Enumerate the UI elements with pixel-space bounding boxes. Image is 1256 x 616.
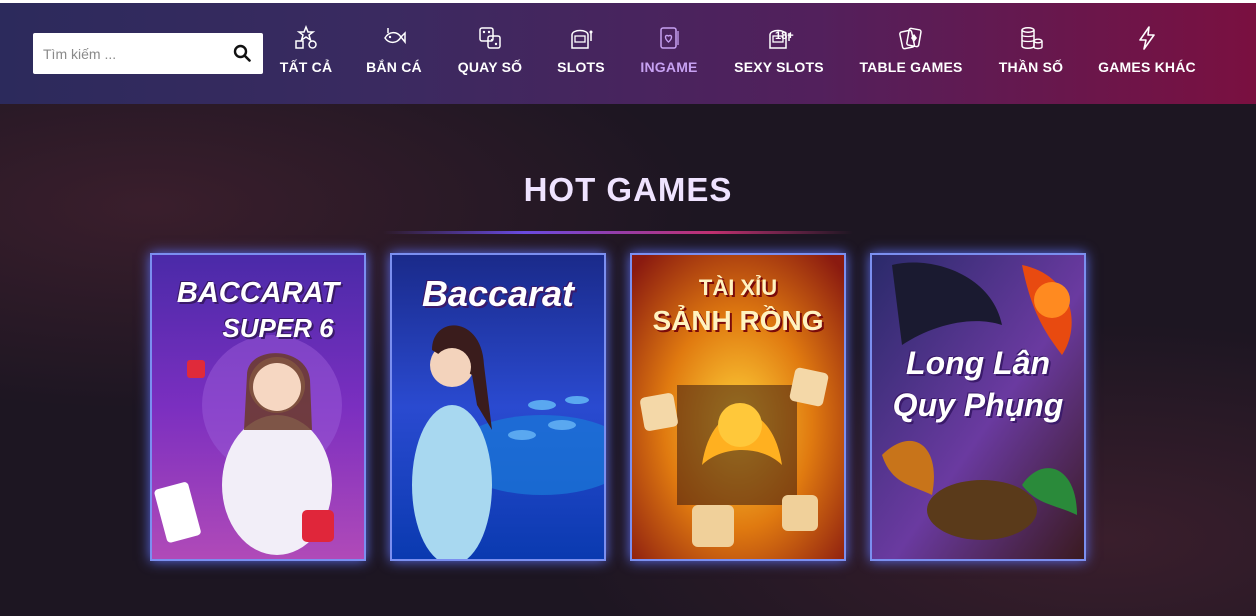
- title-underline: [383, 231, 853, 234]
- playing-cards-icon: [899, 27, 922, 50]
- game-card-tai-xiu-sanh-rong[interactable]: TÀI XỈU SẢNH RỒNG: [630, 253, 846, 561]
- coin-stack-icon: [1021, 27, 1043, 50]
- nav-item-numerology[interactable]: THẦN SỐ: [998, 25, 1064, 85]
- game-card-baccarat-super-6[interactable]: BACCARAT SUPER 6: [150, 253, 366, 561]
- nav-item-all[interactable]: TẤT CẢ: [279, 25, 333, 85]
- card-heart-icon: [660, 27, 679, 49]
- nav-item-lottery[interactable]: QUAY SỐ: [457, 25, 523, 85]
- adult-badge: 18+: [775, 30, 794, 42]
- game-title-line1: TÀI XỈU: [698, 275, 778, 300]
- game-title-line2: SUPER 6: [222, 313, 334, 343]
- nav-item-table-games[interactable]: TABLE GAMES: [858, 25, 964, 85]
- game-title-line1: Long Lân: [906, 345, 1050, 381]
- header-navbar: TẤT CẢ BẮN CÁ QUAY SỐ SLOTS: [0, 3, 1256, 104]
- nav-item-label: GAMES KHÁC: [1098, 59, 1196, 75]
- nav-item-label: INGAME: [640, 59, 698, 75]
- nav-item-label: QUAY SỐ: [457, 59, 523, 75]
- game-title-line2: Quy Phụng: [892, 387, 1064, 423]
- nav-item-label: TẤT CẢ: [279, 59, 333, 75]
- fish-icon: [384, 28, 406, 45]
- search-input[interactable]: [33, 33, 223, 74]
- game-title-line1: BACCARAT: [176, 277, 340, 309]
- nav-item-label: TABLE GAMES: [859, 59, 963, 75]
- nav-item-slots[interactable]: SLOTS: [556, 25, 606, 85]
- nav-item-label: SLOTS: [557, 59, 605, 75]
- nav-item-label: SEXY SLOTS: [734, 59, 824, 75]
- search-icon[interactable]: [233, 44, 251, 62]
- nav-item-other-games[interactable]: GAMES KHÁC: [1097, 25, 1197, 85]
- slot-machine-icon: [571, 29, 593, 49]
- nav-item-fishing[interactable]: BẮN CÁ: [364, 25, 424, 85]
- search-box: [33, 33, 263, 74]
- shapes-icon: [295, 25, 317, 49]
- main-content: HOT GAMES BACCARAT SUPER 6 Baccarat TÀI …: [0, 104, 1256, 616]
- dice-icon: [479, 27, 501, 49]
- game-card-long-lan-quy-phung[interactable]: Long Lân Quy Phụng: [870, 253, 1086, 561]
- nav-item-label: BẮN CÁ: [366, 59, 422, 75]
- lightning-icon: [1139, 26, 1155, 50]
- nav-item-sexy-slots[interactable]: 18+ SEXY SLOTS: [733, 25, 825, 85]
- game-title-line2: SẢNH RỒNG: [652, 305, 824, 336]
- nav-item-ingame[interactable]: INGAME: [639, 25, 699, 85]
- game-title-line1: Baccarat: [421, 273, 575, 314]
- section-title: HOT GAMES: [523, 171, 733, 208]
- nav-item-label: THẦN SỐ: [998, 59, 1064, 75]
- game-card-baccarat[interactable]: Baccarat: [390, 253, 606, 561]
